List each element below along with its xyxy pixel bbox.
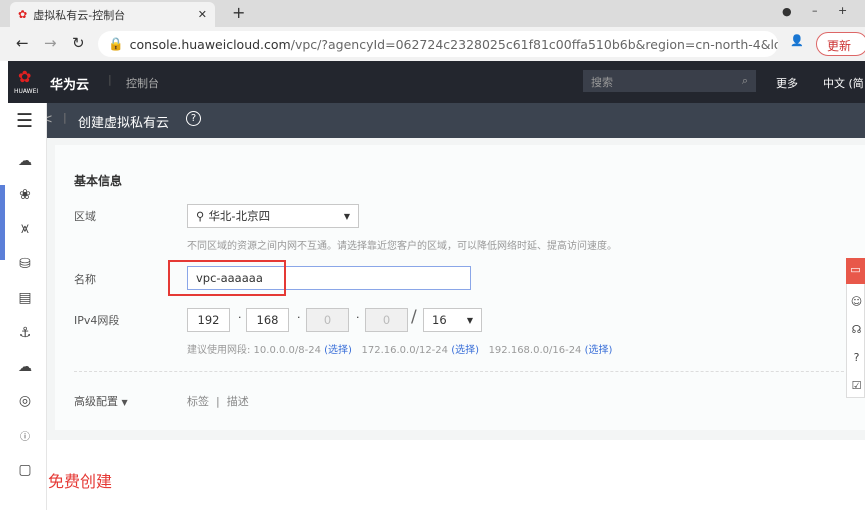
location-icon: ⚲	[196, 209, 205, 223]
cloud-server-icon[interactable]: ☁	[12, 153, 38, 169]
cluster-icon[interactable]: ❀	[12, 187, 38, 203]
huawei-logo-icon: ✿	[18, 8, 28, 21]
section-title: 基本信息	[74, 174, 123, 188]
search-input[interactable]: 搜索 ⌕	[583, 70, 756, 92]
ip-octet-4: 0	[365, 308, 408, 332]
ip-octet-1[interactable]: 192	[187, 308, 230, 332]
top-nav: ✿ HUAWEI 华为云 | 控制台 搜索 ⌕ 更多 中文 (简	[8, 61, 865, 103]
left-edge-marker	[0, 185, 5, 260]
lock-icon: 🔒	[108, 36, 124, 51]
menu-icon[interactable]: ☰	[16, 110, 33, 132]
globe-icon[interactable]: ◎	[12, 393, 38, 409]
account-icon[interactable]: 👤	[790, 34, 804, 47]
mask-select[interactable]: 16 ▼	[423, 308, 482, 332]
help-icon[interactable]: ?	[186, 111, 201, 126]
footer-bar	[47, 440, 865, 510]
ip-octet-2[interactable]: 168	[246, 308, 289, 332]
chevron-down-icon: ▼	[466, 315, 473, 325]
search-icon[interactable]: ⌕	[742, 74, 748, 88]
suggested-ranges: 建议使用网段: 10.0.0.0/8-24 (选择) 172.16.0.0/12…	[187, 345, 613, 356]
reload-icon[interactable]: ↻	[72, 34, 85, 52]
new-tab-icon[interactable]: +	[232, 3, 245, 22]
back-icon[interactable]: ←	[16, 34, 29, 52]
profile-menu-icon[interactable]: ●	[782, 5, 792, 18]
forward-icon[interactable]: →	[44, 34, 57, 52]
minimize-icon[interactable]: –	[812, 4, 818, 17]
basic-info-card: 基本信息 区域 ⚲ 华北-北京四 ▼ 不同区域的资源之间内网不互通。请选择靠近您客…	[55, 145, 865, 430]
document-icon[interactable]: ▤	[12, 290, 38, 306]
browser-tab[interactable]: ✿ 虚拟私有云-控制台 ✕	[10, 2, 215, 27]
tag-link[interactable]: 标签	[187, 395, 209, 408]
free-create-label: 免费创建	[48, 472, 113, 491]
huawei-logo-icon: ✿	[18, 67, 32, 86]
language-menu[interactable]: 中文 (简	[823, 75, 864, 91]
divider	[74, 371, 864, 372]
checklist-icon[interactable]: ☑	[848, 379, 865, 392]
database-icon[interactable]: ⛁	[12, 256, 38, 272]
storage-icon[interactable]: ▢	[12, 462, 38, 478]
help-icon[interactable]: ?	[848, 351, 865, 364]
network-icon[interactable]: ⚓	[12, 325, 38, 341]
select-range-3[interactable]: (选择)	[585, 345, 613, 356]
browser-tab-bar: ✿ 虚拟私有云-控制台 ✕ + ● – +	[0, 0, 865, 27]
feedback-icon[interactable]: ▭	[846, 258, 865, 284]
select-range-1[interactable]: (选择)	[324, 345, 352, 356]
description-link[interactable]: 描述	[227, 395, 249, 408]
support-icon[interactable]: ☊	[848, 323, 865, 336]
brand[interactable]: 华为云	[50, 74, 89, 93]
ip-icon[interactable]: ⓘ	[12, 428, 38, 443]
select-range-2[interactable]: (选择)	[451, 345, 479, 356]
advanced-config-toggle[interactable]: 高级配置 ▼	[74, 393, 128, 409]
chevron-down-icon: ▼	[343, 211, 350, 221]
region-select[interactable]: ⚲ 华北-北京四 ▼	[187, 204, 359, 228]
console-link[interactable]: 控制台	[126, 75, 159, 91]
highlight-box	[168, 260, 286, 296]
update-button[interactable]: 更新	[816, 32, 865, 56]
bridge-icon[interactable]: ⩙	[12, 221, 38, 237]
page-title: 创建虚拟私有云	[78, 116, 170, 131]
smile-icon[interactable]: ☺	[848, 295, 865, 308]
close-tab-icon[interactable]: ✕	[198, 8, 207, 21]
url-input[interactable]: 🔒 console.huaweicloud.com/vpc/?agencyId=…	[98, 31, 778, 57]
ip-octet-3: 0	[306, 308, 349, 332]
more-menu[interactable]: 更多	[776, 75, 798, 91]
page-header: < | 创建虚拟私有云 ?	[8, 103, 865, 138]
maximize-icon[interactable]: +	[838, 4, 847, 17]
cdn-icon[interactable]: ☁	[12, 359, 38, 375]
